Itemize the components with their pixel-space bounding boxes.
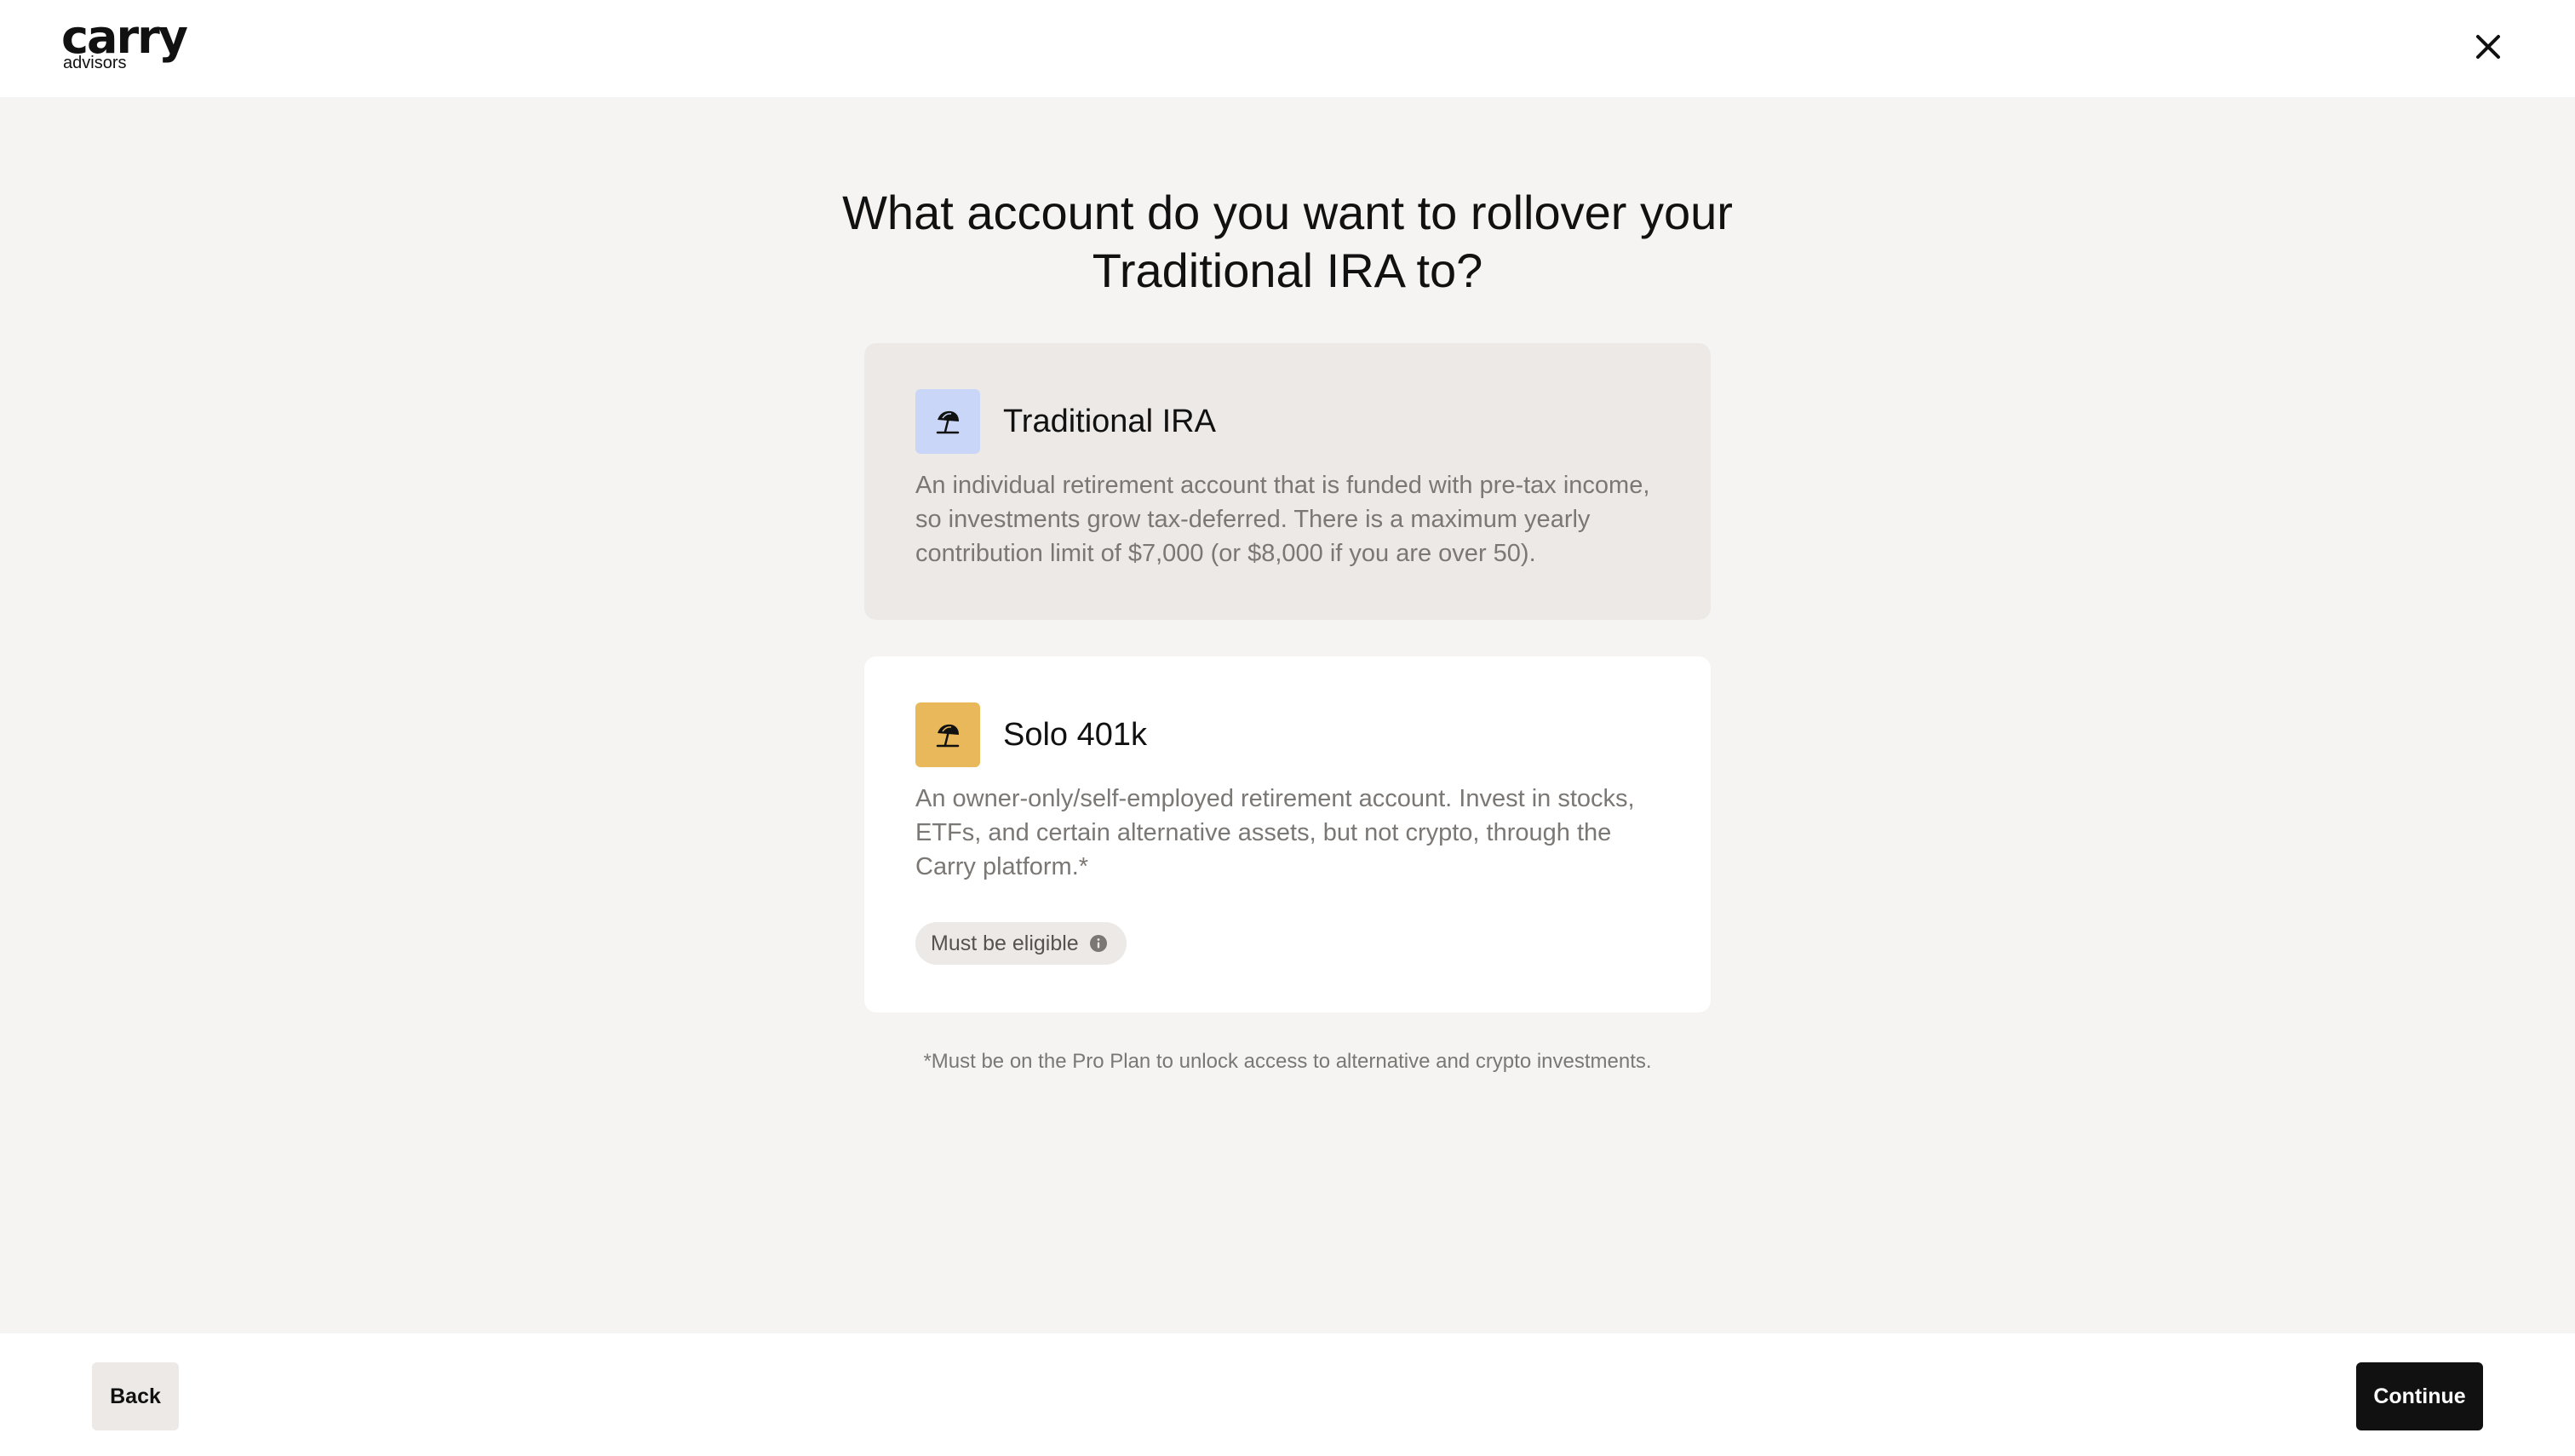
logo-subtitle: advisors bbox=[63, 54, 127, 72]
top-bar: carry advisors bbox=[0, 0, 2575, 97]
card-icon-tile bbox=[915, 702, 980, 767]
option-card-traditional-ira[interactable]: Traditional IRA An individual retirement… bbox=[864, 343, 1711, 620]
page-title: What account do you want to rollover you… bbox=[842, 186, 1733, 297]
card-title: Traditional IRA bbox=[1003, 404, 1216, 439]
badge-label: Must be eligible bbox=[931, 931, 1079, 955]
option-card-solo-401k[interactable]: Solo 401k An owner-only/self-employed re… bbox=[864, 656, 1711, 1012]
pro-plan-footnote: *Must be on the Pro Plan to unlock acces… bbox=[923, 1050, 1652, 1073]
card-title: Solo 401k bbox=[1003, 717, 1148, 753]
card-icon-tile bbox=[915, 389, 980, 454]
beach-umbrella-icon bbox=[936, 724, 960, 748]
close-button[interactable] bbox=[2461, 22, 2515, 72]
card-description: An individual retirement account that is… bbox=[915, 472, 1650, 567]
beach-umbrella-icon bbox=[936, 410, 960, 434]
must-be-eligible-badge[interactable]: Must be eligible bbox=[915, 922, 1127, 965]
continue-button[interactable]: Continue bbox=[2356, 1362, 2483, 1430]
close-icon bbox=[2476, 35, 2500, 59]
back-button[interactable]: Back bbox=[92, 1362, 179, 1430]
card-description: An owner-only/self-employed retirement a… bbox=[915, 785, 1635, 880]
info-icon[interactable] bbox=[1089, 934, 1108, 953]
carry-advisors-logo[interactable]: carry advisors bbox=[61, 12, 206, 75]
bottom-bar: Back Continue bbox=[0, 1333, 2575, 1456]
